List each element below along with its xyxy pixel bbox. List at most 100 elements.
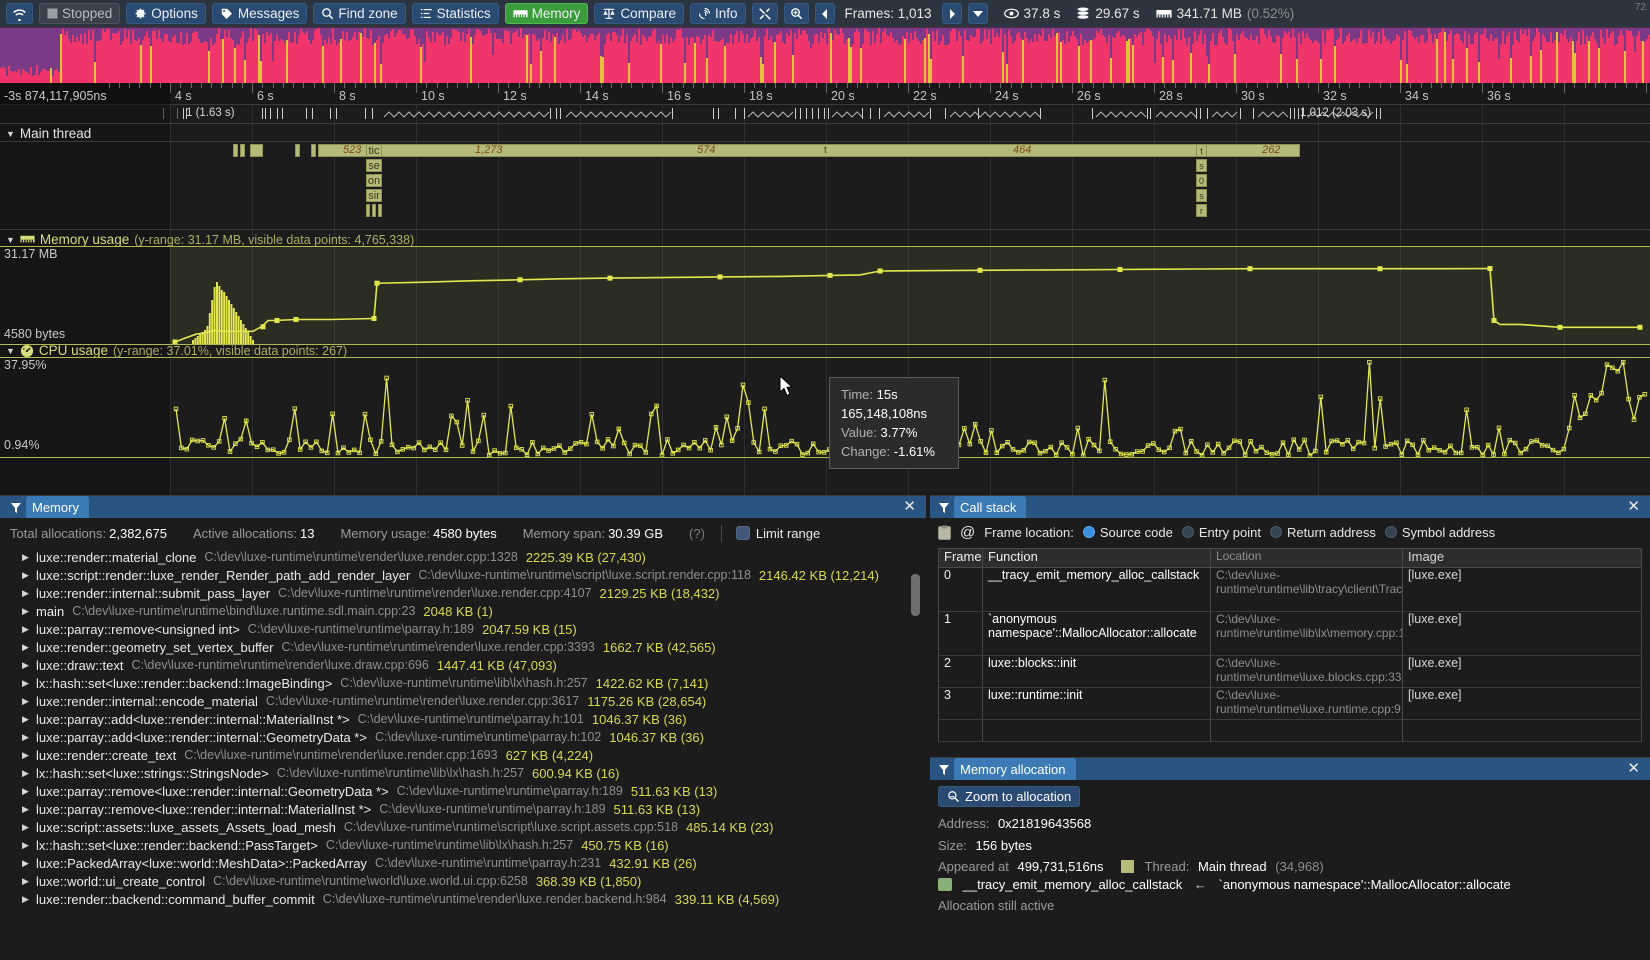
memory-plot-area[interactable]	[0, 246, 1650, 345]
radio-indicator[interactable]	[1269, 526, 1282, 538]
zoom-to-allocation-button[interactable]: Zoom to allocation	[938, 786, 1081, 807]
expand-triangle-icon[interactable]: ▶	[22, 786, 29, 797]
allocation-list-scrollbar[interactable]	[911, 574, 920, 616]
limit-range-checkbox[interactable]: Limit range	[735, 526, 820, 541]
expand-triangle-icon[interactable]: ▶	[22, 678, 29, 689]
allocation-name: luxe::render::geometry_set_vertex_buffer	[36, 639, 274, 655]
allocation-row[interactable]: ▶ luxe::parray::remove<luxe::render::inte…	[0, 782, 926, 800]
find-zone-button[interactable]: Find zone	[313, 3, 406, 24]
allocation-row[interactable]: ▶ luxe::render::material_clone C:\dev\luxe…	[0, 548, 926, 566]
expand-triangle-icon[interactable]: ▶	[22, 876, 29, 887]
frame-markers-row[interactable]: 1 (1.63 s) 1,012 (2.03 s)	[0, 105, 1650, 123]
expand-triangle-icon[interactable]: ▶	[22, 552, 29, 563]
stat-memory-usage-value: 4580 bytes	[433, 525, 497, 541]
address-value: 0x21819643568	[997, 816, 1092, 831]
allocation-row[interactable]: ▶ luxe::render::backend::command_buffer_c…	[0, 890, 926, 908]
statistics-button[interactable]: Statistics	[411, 3, 499, 24]
chevron-right-icon	[949, 8, 955, 19]
allocation-row[interactable]: ▶ luxe::parray::add<luxe::render::interna…	[0, 728, 926, 746]
divider	[0, 229, 1650, 230]
allocation-row[interactable]: ▶ luxe::world::ui_create_control C:\dev\lu…	[0, 872, 926, 890]
radio-return-address[interactable]: Return address	[1269, 525, 1376, 540]
allocation-callstack-row[interactable]: __tracy_emit_memory_alloc_callstack ← `a…	[938, 877, 1511, 892]
allocation-row[interactable]: ▶ lx::hash::set<luxe::render::backend::Im…	[0, 674, 926, 692]
allocation-row[interactable]: ▶ luxe::parray::remove<unsigned int> C:\de…	[0, 620, 926, 638]
memory-panel-close-button[interactable]: ✕	[903, 499, 916, 514]
checkbox-box[interactable]	[735, 526, 750, 540]
expand-triangle-icon[interactable]: ▶	[22, 732, 29, 743]
connection-button[interactable]	[6, 3, 33, 24]
timeline-area[interactable]: 1 (1.63 s) 1,012 (2.03 s) ▼ Main thread …	[0, 105, 1650, 495]
zoom-button[interactable]	[783, 3, 809, 24]
cpu-plot-area[interactable]	[0, 357, 1650, 462]
callstack-row[interactable]: 2 luxe::blocks::init C:\dev\luxe-runtime\r…	[938, 656, 1642, 688]
memory-button[interactable]: Memory	[504, 3, 589, 24]
tab-callstack[interactable]: Call stack	[954, 496, 1027, 518]
next-frame-button[interactable]	[941, 3, 962, 24]
callstack-row[interactable]: 0 __tracy_emit_memory_alloc_callstack C:\d…	[938, 568, 1642, 612]
options-button[interactable]: Options	[126, 3, 206, 24]
expand-triangle-icon[interactable]: ▶	[22, 660, 29, 671]
expand-triangle-icon[interactable]: ▶	[22, 750, 29, 761]
expand-triangle-icon[interactable]: ▶	[22, 588, 29, 599]
expand-triangle-icon[interactable]: ▶	[22, 894, 29, 905]
prev-frame-button[interactable]	[814, 3, 835, 24]
tab-memory-allocation[interactable]: Memory allocation	[954, 758, 1076, 780]
filter-icon[interactable]	[938, 764, 950, 776]
expand-triangle-icon[interactable]: ▶	[22, 714, 29, 725]
callstack-row[interactable]: 3 luxe::runtime::init C:\dev\luxe-runtime\…	[938, 688, 1642, 720]
radio-source-code[interactable]: Source code	[1082, 525, 1173, 540]
allocation-row[interactable]: ▶ lx::hash::set<luxe::render::backend::Pa…	[0, 836, 926, 854]
allocation-row[interactable]: ▶ luxe::render::internal::encode_material…	[0, 692, 926, 710]
help-marker[interactable]: (?)	[689, 526, 705, 541]
expand-triangle-icon[interactable]: ▶	[22, 822, 29, 833]
radio-symbol-address[interactable]: Symbol address	[1384, 525, 1495, 540]
tools-button[interactable]	[751, 3, 778, 24]
plot-header-cpu[interactable]: ▼ CPU usage (y-range: 37.01%, visible da…	[6, 343, 347, 358]
expand-triangle-icon[interactable]: ▶	[22, 696, 29, 707]
allocation-row[interactable]: ▶ luxe::render::create_text C:\dev\luxe-ru…	[0, 746, 926, 764]
frame-overview-strip[interactable]	[0, 28, 1650, 83]
allocation-row[interactable]: ▶ luxe::script::render::luxe_render_Rende…	[0, 566, 926, 584]
thread-header-main[interactable]: ▼ Main thread	[6, 126, 91, 141]
expand-triangle-icon[interactable]: ▶	[22, 642, 29, 653]
radio-indicator[interactable]	[1082, 526, 1095, 538]
filter-icon[interactable]	[10, 502, 22, 514]
radio-entry-point[interactable]: Entry point	[1181, 525, 1261, 540]
expand-triangle-icon[interactable]: ▶	[22, 624, 29, 635]
expand-triangle-icon[interactable]: ▶	[22, 570, 29, 581]
allocation-row[interactable]: ▶ luxe::parray::add<luxe::render::interna…	[0, 710, 926, 728]
callstack-panel-close-button[interactable]: ✕	[1627, 499, 1640, 514]
allocation-row[interactable]: ▶ luxe::PackedArray<luxe::world::MeshData…	[0, 854, 926, 872]
allocation-list[interactable]: ▶ luxe::render::material_clone C:\dev\luxe…	[0, 548, 926, 960]
allocation-row[interactable]: ▶ luxe::render::geometry_set_vertex_buffe…	[0, 638, 926, 656]
allocation-row[interactable]: ▶ luxe::parray::remove<luxe::render::inte…	[0, 800, 926, 818]
memalloc-panel-close-button[interactable]: ✕	[1627, 761, 1640, 776]
allocation-row[interactable]: ▶ luxe::script::assets::luxe_assets_Asset…	[0, 818, 926, 836]
allocation-row[interactable]: ▶ lx::hash::set<luxe::strings::StringsNod…	[0, 764, 926, 782]
allocation-name: luxe::render::material_clone	[36, 549, 197, 565]
stopped-button[interactable]: Stopped	[39, 3, 121, 24]
expand-triangle-icon[interactable]: ▶	[22, 606, 29, 617]
compare-button[interactable]: Compare	[594, 3, 684, 24]
info-button[interactable]: Info	[689, 3, 746, 24]
messages-button[interactable]: Messages	[211, 3, 308, 24]
frames-dropdown-button[interactable]	[967, 3, 988, 24]
allocation-row[interactable]: ▶ luxe::render::internal::submit_pass_lay…	[0, 584, 926, 602]
callstack-function: `anonymous namespace'::MallocAllocator::…	[983, 612, 1211, 655]
callstack-row[interactable]: 1 `anonymous namespace'::MallocAllocator:…	[938, 612, 1642, 656]
allocation-row[interactable]: ▶ main C:\dev\luxe-runtime\runtime\bind\lu…	[0, 602, 926, 620]
expand-triangle-icon[interactable]: ▶	[22, 840, 29, 851]
tab-memory[interactable]: Memory	[26, 496, 89, 518]
radio-indicator[interactable]	[1384, 526, 1397, 538]
allocation-row[interactable]: ▶ luxe::draw::text C:\dev\luxe-runtime\run…	[0, 656, 926, 674]
clipboard-icon[interactable]	[938, 525, 951, 540]
radio-indicator[interactable]	[1181, 526, 1194, 538]
filter-icon[interactable]	[938, 502, 950, 514]
expand-triangle-icon[interactable]: ▶	[22, 858, 29, 869]
expand-triangle-icon[interactable]: ▶	[22, 768, 29, 779]
expand-triangle-icon[interactable]: ▶	[22, 804, 29, 815]
allocation-address-row: Address: 0x21819643568	[938, 816, 1091, 831]
plot-header-memory[interactable]: ▼ Memory usage (y-range: 31.17 MB, visib…	[6, 232, 414, 247]
timeline-ruler[interactable]: -3s 874,117,905ns 4 s6 s8 s 10 s 12 s 14 s1…	[0, 83, 1650, 105]
